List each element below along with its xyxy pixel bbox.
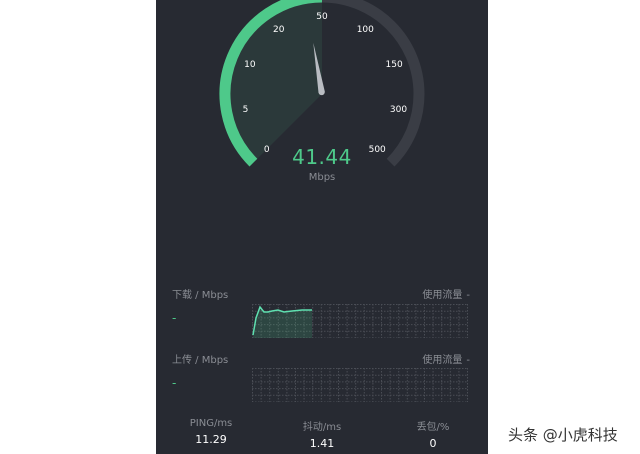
upload-label: 上传 / Mbps [172,355,229,366]
download-usage: 使用流量 - [422,286,470,301]
watermark-text: 头条 @小虎科技 [508,426,618,444]
ping-stat: PING/ms 11.29 [161,418,261,446]
current-speed-unit: Mbps [308,172,336,183]
speed-gauge: 0 5 10 20 50 100 150 300 500 [219,0,425,167]
loss-label: 丢包/% [416,422,450,433]
gauge-tick-label: 150 [386,60,403,70]
ping-value: 11.29 [195,433,227,446]
loss-value: 0 [429,437,437,450]
gauge-tick-label: 10 [244,60,256,70]
download-usage-value: - [466,290,470,301]
jitter-stat: 抖动/ms 1.41 [272,418,372,450]
upload-speed-value: - [172,376,177,390]
ping-label: PING/ms [189,418,233,429]
download-speed-value: - [172,311,177,325]
jitter-label: 抖动/ms [302,422,342,433]
current-speed-value: 41.44 [292,145,352,169]
upload-usage-value: - [466,355,470,366]
download-chart [252,304,468,338]
gauge-tick-label: 50 [316,12,328,22]
gauge-tick-label: 300 [390,105,407,115]
download-label: 下载 / Mbps [172,290,229,301]
gauge-tick-label: 20 [273,25,285,35]
speedtest-panel: 0 5 10 20 50 100 150 300 500 41.44 Mbps … [156,0,488,454]
jitter-value: 1.41 [309,437,335,450]
gauge-tick-label: 5 [243,105,249,115]
loss-stat: 丢包/% 0 [383,418,483,450]
upload-usage-label: 使用流量 [422,355,463,366]
download-usage-label: 使用流量 [422,290,463,301]
upload-chart [252,368,468,402]
upload-usage: 使用流量 - [422,351,470,366]
gauge-tick-label: 100 [357,25,374,35]
